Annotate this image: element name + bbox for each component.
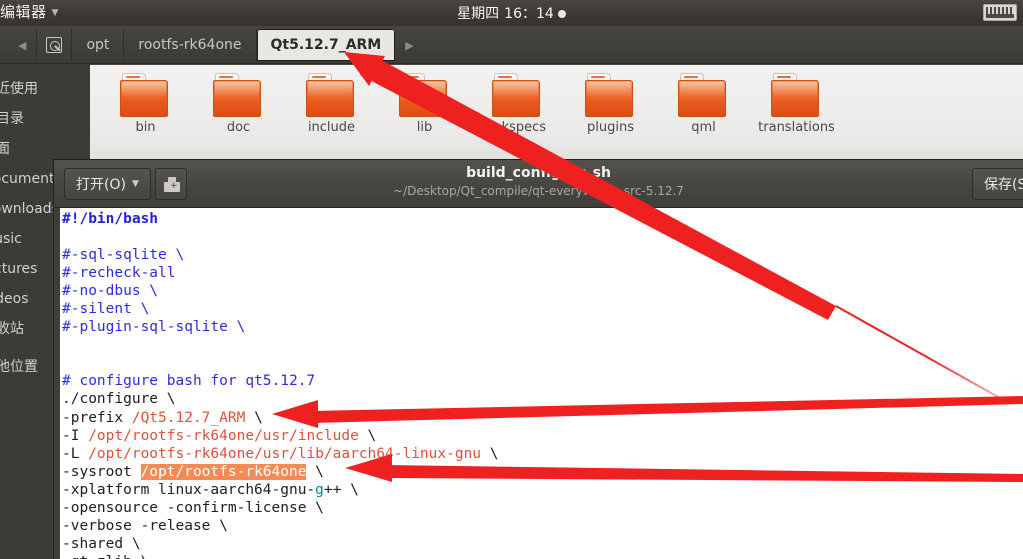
code-line-prefix: -prefix /Qt5.12.7_ARM \: [62, 409, 263, 426]
folder-label: bin: [135, 120, 156, 135]
clock-dot-icon: [557, 10, 566, 18]
folder-icon-view: bin doc include lib mkspecs plugins qml: [90, 64, 1023, 164]
breadcrumb-forward-button[interactable]: ▶: [395, 29, 423, 61]
folder-item-mkspecs[interactable]: mkspecs: [471, 73, 564, 135]
sidebar-item-home[interactable]: 主目录: [0, 104, 90, 134]
file-path-subtitle: ~/Desktop/Qt_compile/qt-everywhere-src-5…: [393, 184, 684, 198]
code-line-verbose: -verbose -release \: [62, 517, 228, 534]
code-line-include: -I /opt/rootfs-rk64one/usr/include \: [62, 427, 377, 444]
code-line-xplatform: -xplatform linux-aarch64-gnu-g++ \: [62, 481, 359, 498]
folder-icon: [584, 73, 637, 117]
code-line-blank-1: [62, 229, 71, 245]
folder-item-bin[interactable]: bin: [99, 73, 192, 135]
code-line-recheck-all: #-recheck-all: [62, 265, 176, 282]
folder-label: mkspecs: [488, 120, 547, 135]
folder-label: qml: [691, 120, 716, 135]
folder-label: translations: [758, 120, 835, 135]
folder-item-include[interactable]: include: [285, 73, 378, 135]
search-highlight: /opt/rootfs-rk64one: [140, 463, 307, 480]
code-line-blank-2: [62, 337, 71, 353]
clock[interactable]: 星期四 16：14: [0, 3, 1023, 23]
code-line-opensource: -opensource -confirm-license \: [62, 499, 324, 516]
breadcrumb-item-opt[interactable]: opt: [72, 29, 125, 61]
folder-icon: [677, 73, 730, 117]
breadcrumb: ◀ opt rootfs-rk64one Qt5.12.7_ARM ▶: [8, 29, 424, 61]
folder-icon: [491, 73, 544, 117]
clock-weekday: 星期四: [457, 6, 500, 22]
folder-label: include: [307, 120, 356, 135]
code-line-qt-zlib: -qt-zlib \: [62, 554, 149, 559]
keyboard-keys: [986, 7, 1014, 14]
file-manager-header: ◀ opt rootfs-rk64one Qt5.12.7_ARM ▶: [0, 26, 1023, 64]
code-line-blank-3: [62, 355, 71, 371]
keyboard-spacebar: [986, 14, 1014, 18]
code-editor-area[interactable]: #!/bin/bash #-sql-sqlite \ #-recheck-all…: [54, 208, 1023, 559]
save-button-label: 保存(S): [984, 177, 1023, 193]
folder-icon: [212, 73, 265, 117]
unity-top-panel: 编辑器 ▼ 星期四 16：14: [0, 0, 1023, 26]
keyboard-indicator-icon[interactable]: [983, 4, 1017, 21]
sidebar-item-recent[interactable]: 最近使用: [0, 74, 90, 104]
code-line-no-dbus: #-no-dbus \: [62, 283, 159, 300]
code-line-silent: #-silent \: [62, 301, 150, 318]
breadcrumb-item-rootfs[interactable]: rootfs-rk64one: [124, 29, 257, 61]
breadcrumb-item-qt-arm[interactable]: Qt5.12.7_ARM: [256, 29, 396, 61]
folder-item-plugins[interactable]: plugins: [564, 73, 657, 135]
code-line-configure: ./configure \: [62, 391, 176, 408]
text-editor-header: 打开(O) ▼ + build_configure.sh ~/Desktop/Q…: [54, 160, 1023, 208]
folder-icon: [305, 73, 358, 117]
breadcrumb-device-button[interactable]: [37, 29, 73, 61]
folder-item-translations[interactable]: translations: [750, 73, 843, 135]
code-line-plugin-sql-sqlite: #-plugin-sql-sqlite \: [62, 319, 246, 336]
folder-label: plugins: [587, 120, 634, 135]
code-line-shebang: #!/bin/bash: [62, 211, 159, 227]
folder-icon: [119, 73, 172, 117]
text-editor-window: 打开(O) ▼ + build_configure.sh ~/Desktop/Q…: [54, 160, 1023, 559]
save-button[interactable]: 保存(S): [972, 168, 1023, 200]
folder-item-qml[interactable]: qml: [657, 73, 750, 135]
code-line-libpath: -L /opt/rootfs-rk64one/usr/lib/aarch64-l…: [62, 445, 499, 462]
folder-icon: [398, 73, 451, 117]
editor-title-block: build_configure.sh ~/Desktop/Qt_compile/…: [54, 164, 1023, 199]
folder-label: lib: [416, 120, 433, 135]
code-text[interactable]: #!/bin/bash #-sql-sqlite \ #-recheck-all…: [60, 208, 499, 559]
page-title: build_configure.sh: [466, 165, 611, 181]
disk-icon: [46, 37, 63, 53]
clock-time: 16：14: [504, 6, 554, 22]
folder-item-doc[interactable]: doc: [192, 73, 285, 135]
folder-item-lib[interactable]: lib: [378, 73, 471, 135]
code-line-shared: -shared \: [62, 535, 141, 552]
code-line-configure-comment: # configure bash for qt5.12.7: [62, 373, 316, 390]
folder-label: doc: [226, 120, 251, 135]
code-line-sysroot: -sysroot /opt/rootfs-rk64one \: [62, 463, 324, 480]
folder-icon: [770, 73, 823, 117]
code-line-sql-sqlite: #-sql-sqlite \: [62, 247, 185, 264]
breadcrumb-back-button[interactable]: ◀: [8, 29, 38, 61]
